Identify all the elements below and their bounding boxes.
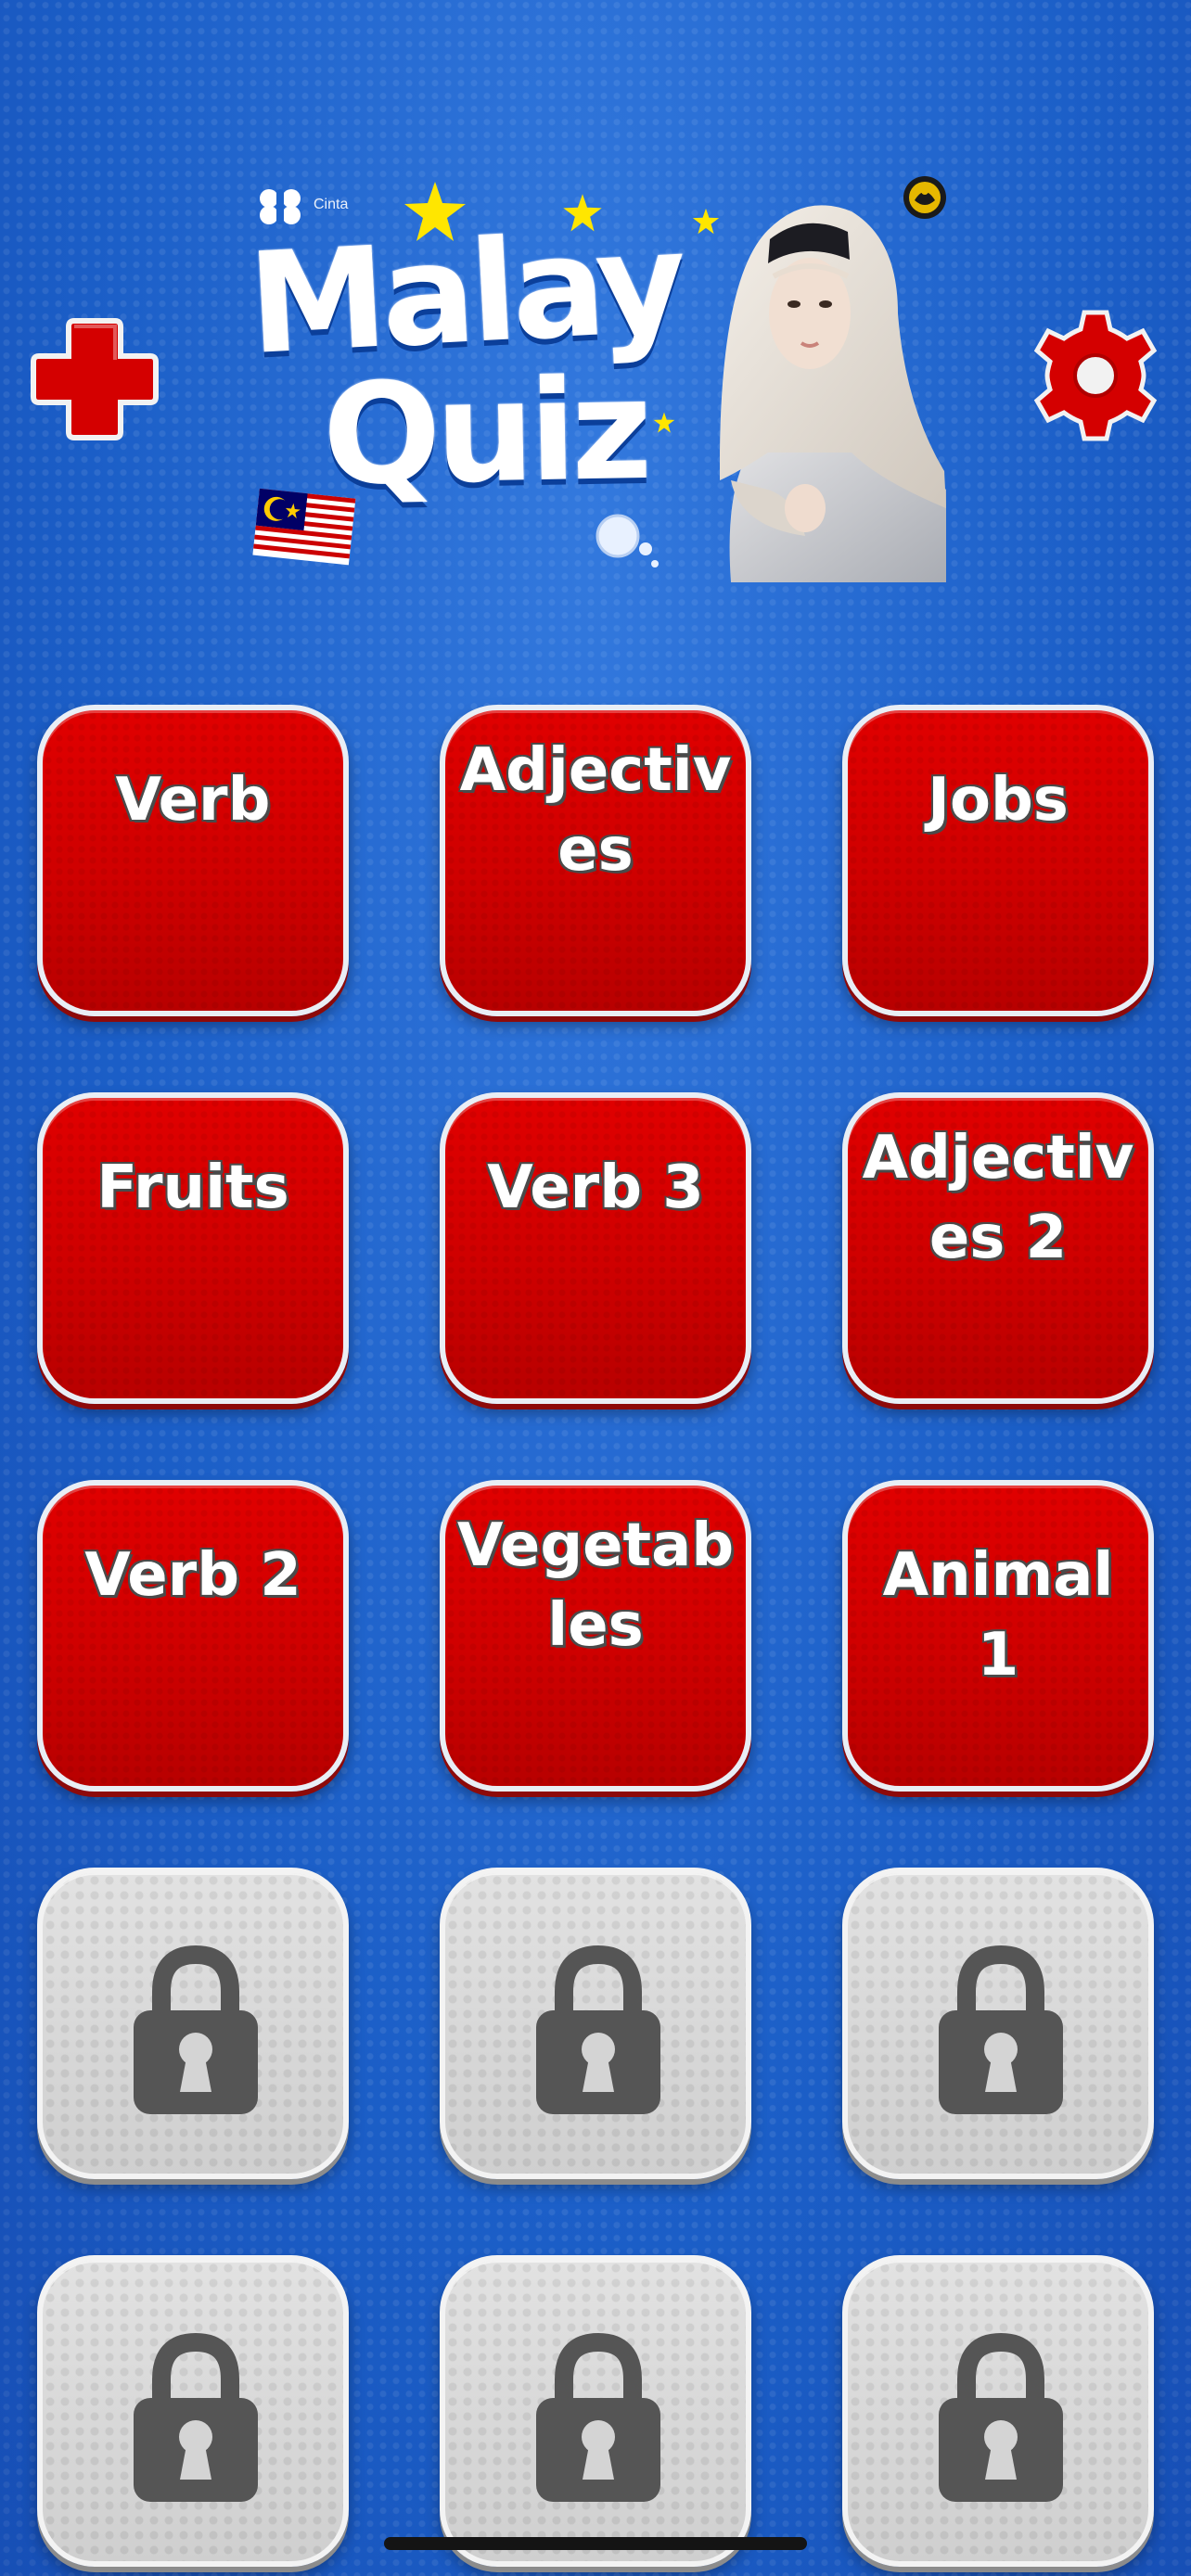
category-label: Adjectives	[459, 736, 732, 885]
locked-tile[interactable]	[37, 2255, 349, 2567]
locked-tile[interactable]	[842, 1868, 1154, 2179]
locked-tile[interactable]	[440, 2255, 751, 2567]
brand-text: Cinta	[314, 197, 349, 212]
category-label: Vegetables	[456, 1511, 735, 1660]
category-tile-adjectives-2[interactable]: Adjectives 2	[842, 1092, 1154, 1404]
category-label: Animal 1	[882, 1541, 1114, 1690]
locked-tile[interactable]	[842, 2255, 1154, 2567]
malaysia-flag-icon	[252, 488, 356, 566]
category-tile-animal-1[interactable]: Animal 1	[842, 1480, 1154, 1792]
settings-button[interactable]	[1026, 306, 1165, 445]
title-line-2: Quiz	[321, 349, 648, 517]
category-tile-adjectives[interactable]: Adjectives	[440, 705, 751, 1016]
lock-icon	[939, 1945, 1063, 2114]
category-label: Verb 2	[84, 1541, 301, 1610]
plus-icon	[31, 318, 159, 440]
category-tile-verb-2[interactable]: Verb 2	[37, 1480, 349, 1792]
gear-icon	[1033, 310, 1158, 441]
bubbles-decoration	[596, 514, 659, 567]
category-tile-vegetables[interactable]: Vegetables	[440, 1480, 751, 1792]
category-tile-fruits[interactable]: Fruits	[37, 1092, 349, 1404]
crest-logo-icon	[903, 176, 946, 219]
lock-icon	[536, 1945, 660, 2114]
lock-icon	[939, 2332, 1063, 2502]
home-indicator[interactable]	[384, 2537, 807, 2550]
category-tile-verb-3[interactable]: Verb 3	[440, 1092, 751, 1404]
category-label: Adjectives 2	[862, 1124, 1134, 1272]
locked-tile[interactable]	[37, 1868, 349, 2179]
category-label: Verb 3	[487, 1154, 704, 1222]
add-button[interactable]	[26, 313, 163, 445]
category-label: Jobs	[928, 766, 1069, 835]
app-title: Malay Quiz	[245, 202, 712, 519]
lock-icon	[134, 1945, 258, 2114]
category-tile-jobs[interactable]: Jobs	[842, 705, 1154, 1016]
locked-tile[interactable]	[440, 1868, 751, 2179]
portrait-image	[720, 205, 946, 582]
lock-icon	[134, 2332, 258, 2502]
category-label: Fruits	[96, 1154, 289, 1222]
lock-icon	[536, 2332, 660, 2502]
category-tile-verb[interactable]: Verb	[37, 705, 349, 1016]
category-label: Verb	[115, 766, 271, 835]
